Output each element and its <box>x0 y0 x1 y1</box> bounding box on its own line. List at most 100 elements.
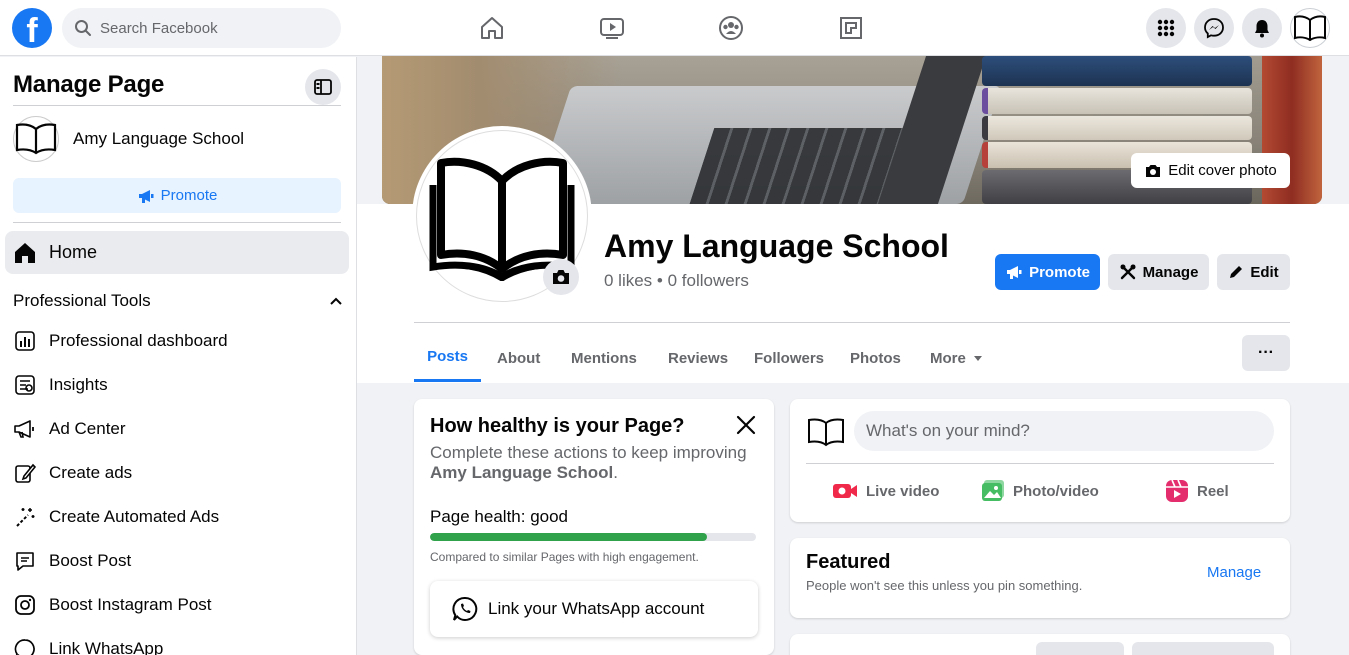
sidebar-item-link-whatsapp[interactable]: Link WhatsApp <box>13 631 343 655</box>
tab-mentions[interactable]: Mentions <box>571 334 637 382</box>
messenger-icon[interactable] <box>1194 8 1234 48</box>
edit-cover-photo-button[interactable]: Edit cover photo <box>1131 153 1290 188</box>
post-composer-card: Live video Photo/video Reel <box>790 399 1290 522</box>
sidebar-page-switcher[interactable]: Amy Language School <box>13 116 343 162</box>
sidebar-item-label: Create Automated Ads <box>49 507 220 526</box>
tab-photos[interactable]: Photos <box>850 334 901 382</box>
sidebar-item-label: Boost Instagram Post <box>49 595 212 614</box>
account-avatar[interactable] <box>1290 8 1330 48</box>
sidebar-promote-button[interactable]: Promote <box>13 178 341 213</box>
top-navigation-bar: f <box>0 0 1349 56</box>
tab-about[interactable]: About <box>497 334 540 382</box>
whatsapp-icon <box>13 637 37 655</box>
sidebar-item-boost-instagram-post[interactable]: Boost Instagram Post <box>13 587 343 623</box>
reel-button[interactable]: Reel <box>1165 477 1229 505</box>
sidebar-item-create-automated-ads[interactable]: Create Automated Ads <box>13 499 343 535</box>
sidebar-item-label: Create ads <box>49 463 133 482</box>
manage-posts-button[interactable] <box>1132 642 1274 655</box>
search-box[interactable] <box>62 8 341 48</box>
featured-manage-link[interactable]: Manage <box>1207 564 1261 581</box>
health-description: Complete these actions to keep improving… <box>430 443 760 483</box>
gaming-icon[interactable] <box>835 12 867 44</box>
composer-input[interactable] <box>854 411 1274 451</box>
reel-label: Reel <box>1197 482 1229 500</box>
sidebar-item-ad-center[interactable]: Ad Center <box>13 411 343 447</box>
page-stats[interactable]: 0 likes • 0 followers <box>604 271 749 291</box>
manage-label: Manage <box>1142 263 1199 281</box>
camera-icon <box>1146 164 1161 177</box>
more-options-button[interactable]: ··· <box>1242 335 1290 371</box>
boost-post-icon <box>13 549 37 573</box>
posts-card <box>790 634 1290 655</box>
home-icon[interactable] <box>476 12 508 44</box>
health-progress-bar <box>430 533 756 541</box>
sidebar-item-boost-post[interactable]: Boost Post <box>13 543 343 579</box>
update-profile-picture-button[interactable] <box>543 259 579 295</box>
collapse-sidebar-icon[interactable] <box>305 69 341 105</box>
facebook-logo[interactable]: f <box>12 8 52 48</box>
tools-icon <box>1120 264 1136 280</box>
groups-icon[interactable] <box>715 12 747 44</box>
tab-followers[interactable]: Followers <box>754 334 824 382</box>
sidebar-item-professional-dashboard[interactable]: Professional dashboard <box>13 323 343 359</box>
promote-button[interactable]: Promote <box>995 254 1100 290</box>
sidebar-item-create-ads[interactable]: Create ads <box>13 455 343 491</box>
notifications-icon[interactable] <box>1242 8 1282 48</box>
whatsapp-label: Link your WhatsApp account <box>488 599 705 618</box>
health-desc-prefix: Complete these actions to keep improving <box>430 443 747 462</box>
photo-video-button[interactable]: Photo/video <box>981 477 1099 505</box>
manage-button[interactable]: Manage <box>1108 254 1209 290</box>
health-desc-suffix: . <box>613 463 618 482</box>
photo-video-label: Photo/video <box>1013 482 1099 500</box>
search-input[interactable] <box>100 19 320 37</box>
menu-grid-icon[interactable] <box>1146 8 1186 48</box>
featured-card: Featured People won't see this unless yo… <box>790 538 1290 618</box>
promote-label: Promote <box>1029 263 1090 281</box>
tab-posts[interactable]: Posts <box>414 334 481 382</box>
edit-label: Edit <box>1250 263 1279 281</box>
camera-icon <box>553 270 569 284</box>
megaphone-icon <box>1007 266 1022 279</box>
tab-more[interactable]: More <box>930 334 985 382</box>
sidebar-divider <box>13 105 341 106</box>
sidebar-item-label: Ad Center <box>49 419 126 438</box>
photo-video-icon <box>982 480 1004 501</box>
sidebar-item-insights[interactable]: Insights <box>13 367 343 403</box>
composer-avatar[interactable] <box>806 412 846 452</box>
page-health-card: How healthy is your Page? Complete these… <box>414 399 774 655</box>
page-title: Amy Language School <box>604 228 949 264</box>
close-icon[interactable] <box>734 413 758 437</box>
live-video-label: Live video <box>866 482 940 500</box>
pencil-icon <box>13 461 37 485</box>
header-divider <box>414 322 1290 323</box>
health-label: Page health: good <box>430 507 569 526</box>
composer-divider <box>806 463 1274 464</box>
tab-reviews[interactable]: Reviews <box>668 334 728 382</box>
live-video-icon <box>833 484 857 498</box>
insights-icon <box>13 373 37 397</box>
featured-title: Featured <box>806 551 891 573</box>
sidebar-page-name: Amy Language School <box>73 129 245 148</box>
megaphone-icon <box>138 189 154 203</box>
dashboard-icon <box>13 329 37 353</box>
live-video-button[interactable]: Live video <box>832 477 939 505</box>
filters-button[interactable] <box>1036 642 1124 655</box>
video-icon[interactable] <box>596 12 628 44</box>
search-icon <box>75 20 91 36</box>
sidebar-divider <box>13 222 341 223</box>
magic-wand-icon <box>13 505 37 529</box>
pencil-icon <box>1230 266 1243 278</box>
link-whatsapp-button[interactable]: Link your WhatsApp account <box>430 581 758 637</box>
sidebar-item-label: Professional dashboard <box>49 331 228 350</box>
professional-tools-header[interactable]: Professional Tools <box>13 291 343 311</box>
sidebar-item-home[interactable]: Home <box>5 231 349 274</box>
featured-subtitle: People won't see this unless you pin som… <box>806 578 1083 593</box>
megaphone-icon <box>13 417 37 441</box>
health-title: How healthy is your Page? <box>430 415 685 437</box>
sidebar-home-label: Home <box>49 242 98 262</box>
instagram-icon <box>13 593 37 617</box>
sidebar-promote-label: Promote <box>160 187 218 204</box>
manage-page-sidebar: Manage Page Amy Language School Promote … <box>0 57 357 655</box>
edit-button[interactable]: Edit <box>1217 254 1290 290</box>
edit-cover-label: Edit cover photo <box>1168 162 1277 179</box>
